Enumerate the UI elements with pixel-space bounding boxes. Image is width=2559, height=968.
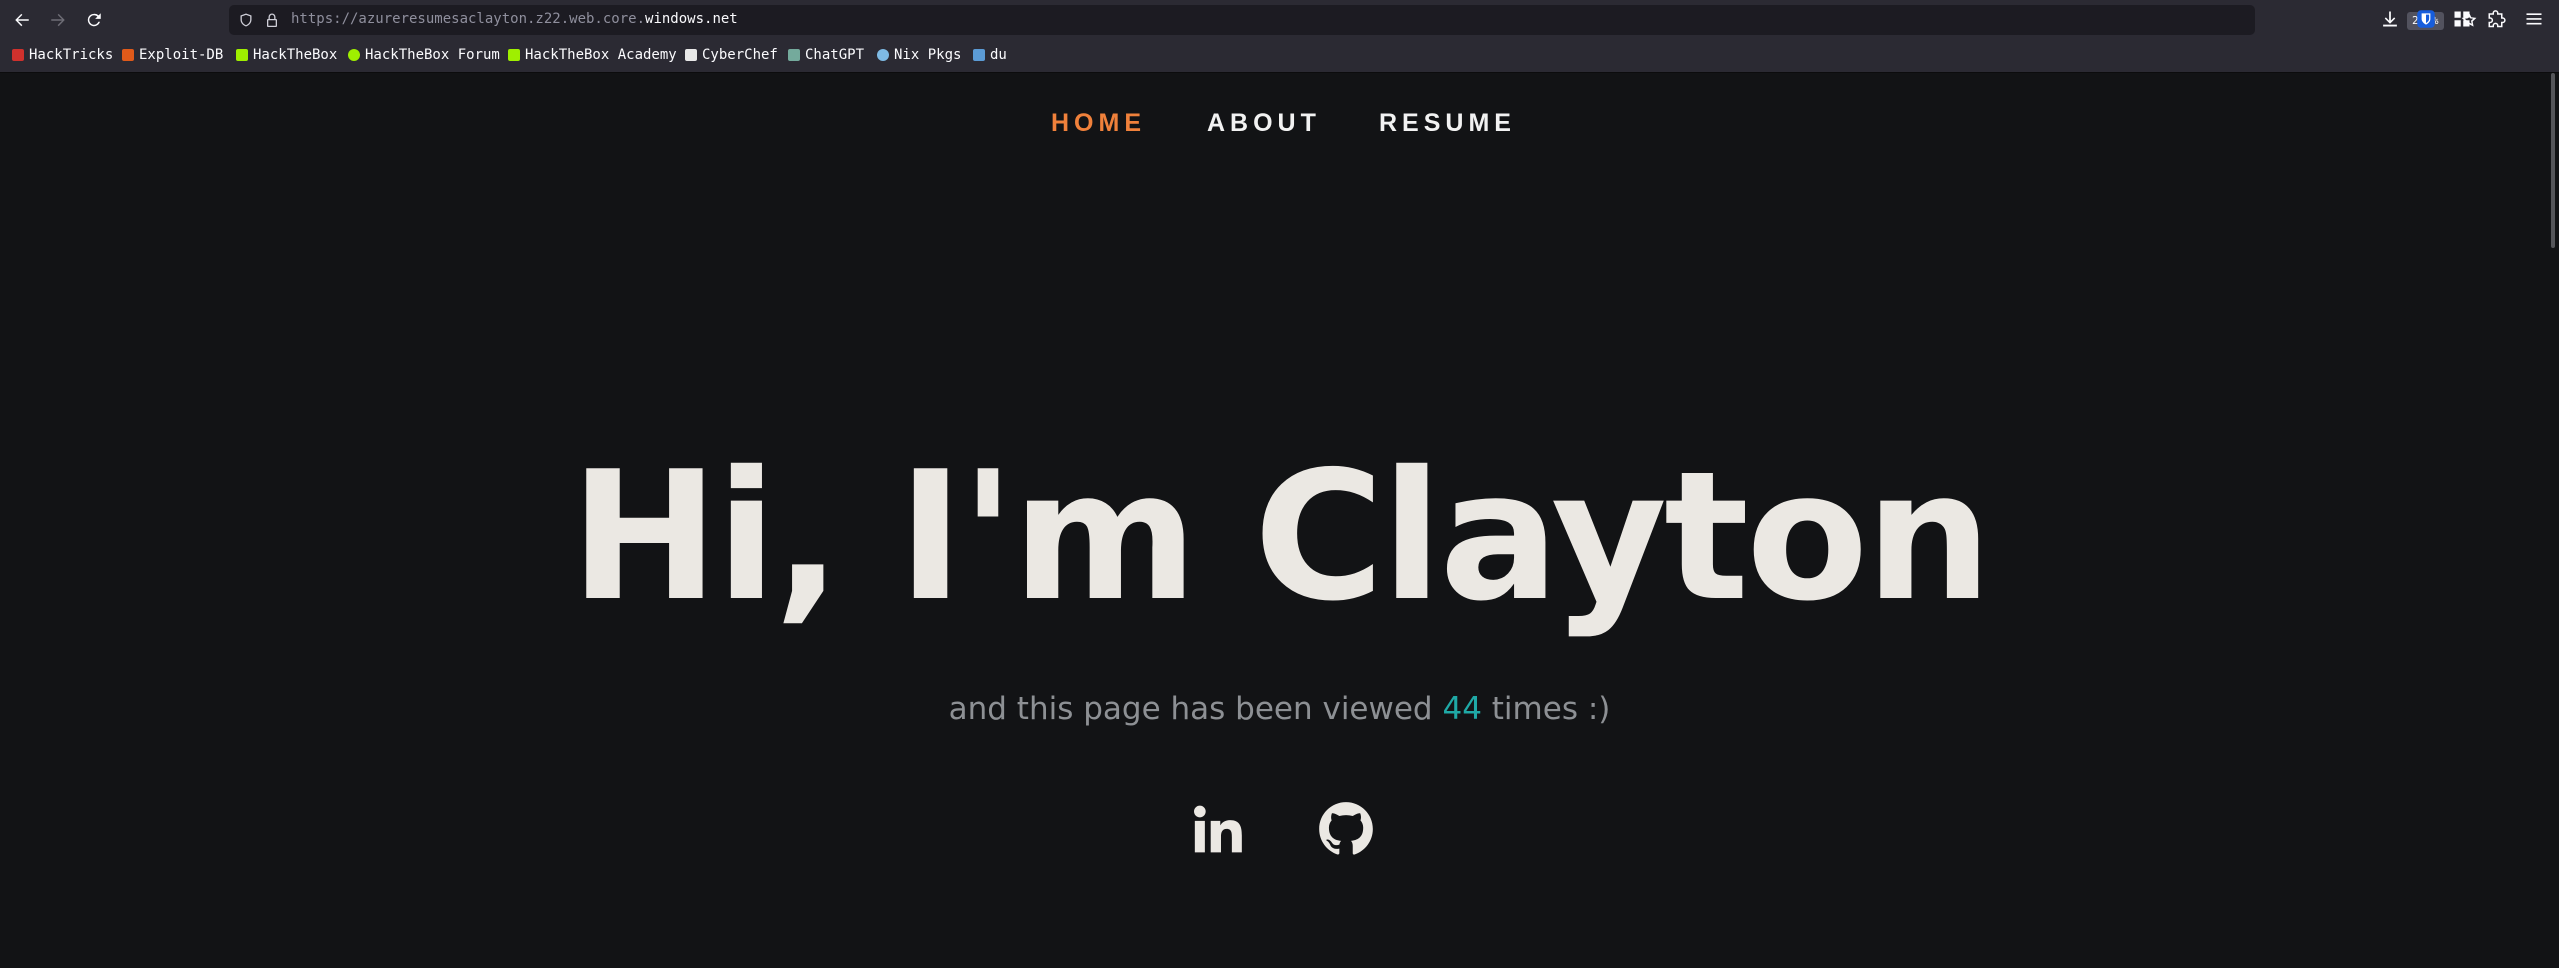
extensions-puzzle-icon[interactable]	[2488, 9, 2508, 29]
view-count: 44	[1442, 691, 1482, 727]
menu-icon[interactable]	[2524, 9, 2544, 29]
github-link[interactable]	[1318, 801, 1374, 857]
nav-resume-link[interactable]: RESUME	[1379, 109, 1516, 138]
linkedin-icon	[1194, 805, 1242, 853]
bookmark-hackthebox[interactable]: HackTheBox	[236, 47, 337, 63]
subtitle-after: times :)	[1481, 691, 1611, 727]
extension-counter-icon[interactable]	[2452, 9, 2472, 29]
bookmark-label: CyberChef	[702, 47, 778, 63]
bookmark-exploit-db[interactable]: Exploit-DB	[122, 47, 223, 63]
view-counter-text: and this page has been viewed 44 times :…	[0, 691, 2559, 727]
tracking-protection-icon[interactable]	[238, 12, 254, 28]
bookmark-label: ChatGPT	[805, 47, 865, 63]
downloads-icon[interactable]	[2380, 9, 2400, 29]
chatgpt-favicon-icon	[788, 49, 800, 61]
nav-about-link[interactable]: ABOUT	[1207, 109, 1321, 138]
hackthebox-forum-favicon-icon	[348, 49, 360, 61]
bookmark-label: HackTricks	[29, 47, 114, 63]
web-page: HOME ABOUT RESUME Hi, I'm Clayton and th…	[0, 73, 2559, 968]
hero-title: Hi, I'm Clayton	[569, 433, 1992, 640]
back-icon[interactable]	[10, 8, 34, 32]
bookmark-label: HackTheBox Academy	[525, 47, 677, 63]
bookmark-nix-pkgs[interactable]: Nix Pkgs	[877, 47, 961, 63]
bookmark-hacktricks[interactable]: HackTricks	[12, 47, 113, 63]
linkedin-link[interactable]	[1189, 801, 1245, 857]
bookmark-label: du	[990, 47, 1007, 63]
bookmark-label: Exploit-DB	[139, 47, 224, 63]
address-bar[interactable]: https://azureresumesaclayton.z22.web.cor…	[229, 5, 2477, 35]
bookmark-label: HackTheBox Forum	[365, 47, 500, 63]
du-favicon-icon	[973, 49, 985, 61]
forward-icon[interactable]	[46, 8, 70, 32]
github-icon	[1319, 802, 1373, 855]
url-text[interactable]: https://azureresumesaclayton.z22.web.cor…	[291, 11, 738, 27]
cyberchef-favicon-icon	[685, 49, 697, 61]
bookmark-hackthebox-forum[interactable]: HackTheBox Forum	[348, 47, 500, 63]
nav-home-link[interactable]: HOME	[1051, 109, 1146, 138]
url-domain: windows.net	[645, 11, 738, 27]
bookmark-label: HackTheBox	[253, 47, 338, 63]
bookmark-label: Nix Pkgs	[894, 47, 962, 63]
hackthebox-academy-favicon-icon	[508, 49, 520, 61]
hackthebox-favicon-icon	[236, 49, 248, 61]
nix-favicon-icon	[877, 49, 889, 61]
bookmark-hackthebox-academy[interactable]: HackTheBox Academy	[508, 47, 677, 63]
subtitle-before: and this page has been viewed	[948, 691, 1443, 727]
exploit-db-favicon-icon	[122, 49, 134, 61]
bookmark-cyberchef[interactable]: CyberChef	[685, 47, 778, 63]
bookmark-du[interactable]: du	[973, 47, 1007, 63]
hacktricks-favicon-icon	[12, 49, 24, 61]
lock-icon[interactable]	[264, 12, 280, 28]
bookmarks-toolbar: HackTricks Exploit-DB HackTheBox HackThe…	[0, 40, 2559, 73]
bookmark-chatgpt[interactable]: ChatGPT	[788, 47, 864, 63]
bitwarden-icon[interactable]	[2416, 9, 2436, 29]
url-prefix: https://azureresumesaclayton.z22.web.cor…	[291, 11, 646, 27]
page-scrollbar[interactable]	[2551, 73, 2555, 248]
browser-toolbar: https://azureresumesaclayton.z22.web.cor…	[0, 0, 2559, 40]
reload-icon[interactable]	[82, 8, 106, 32]
